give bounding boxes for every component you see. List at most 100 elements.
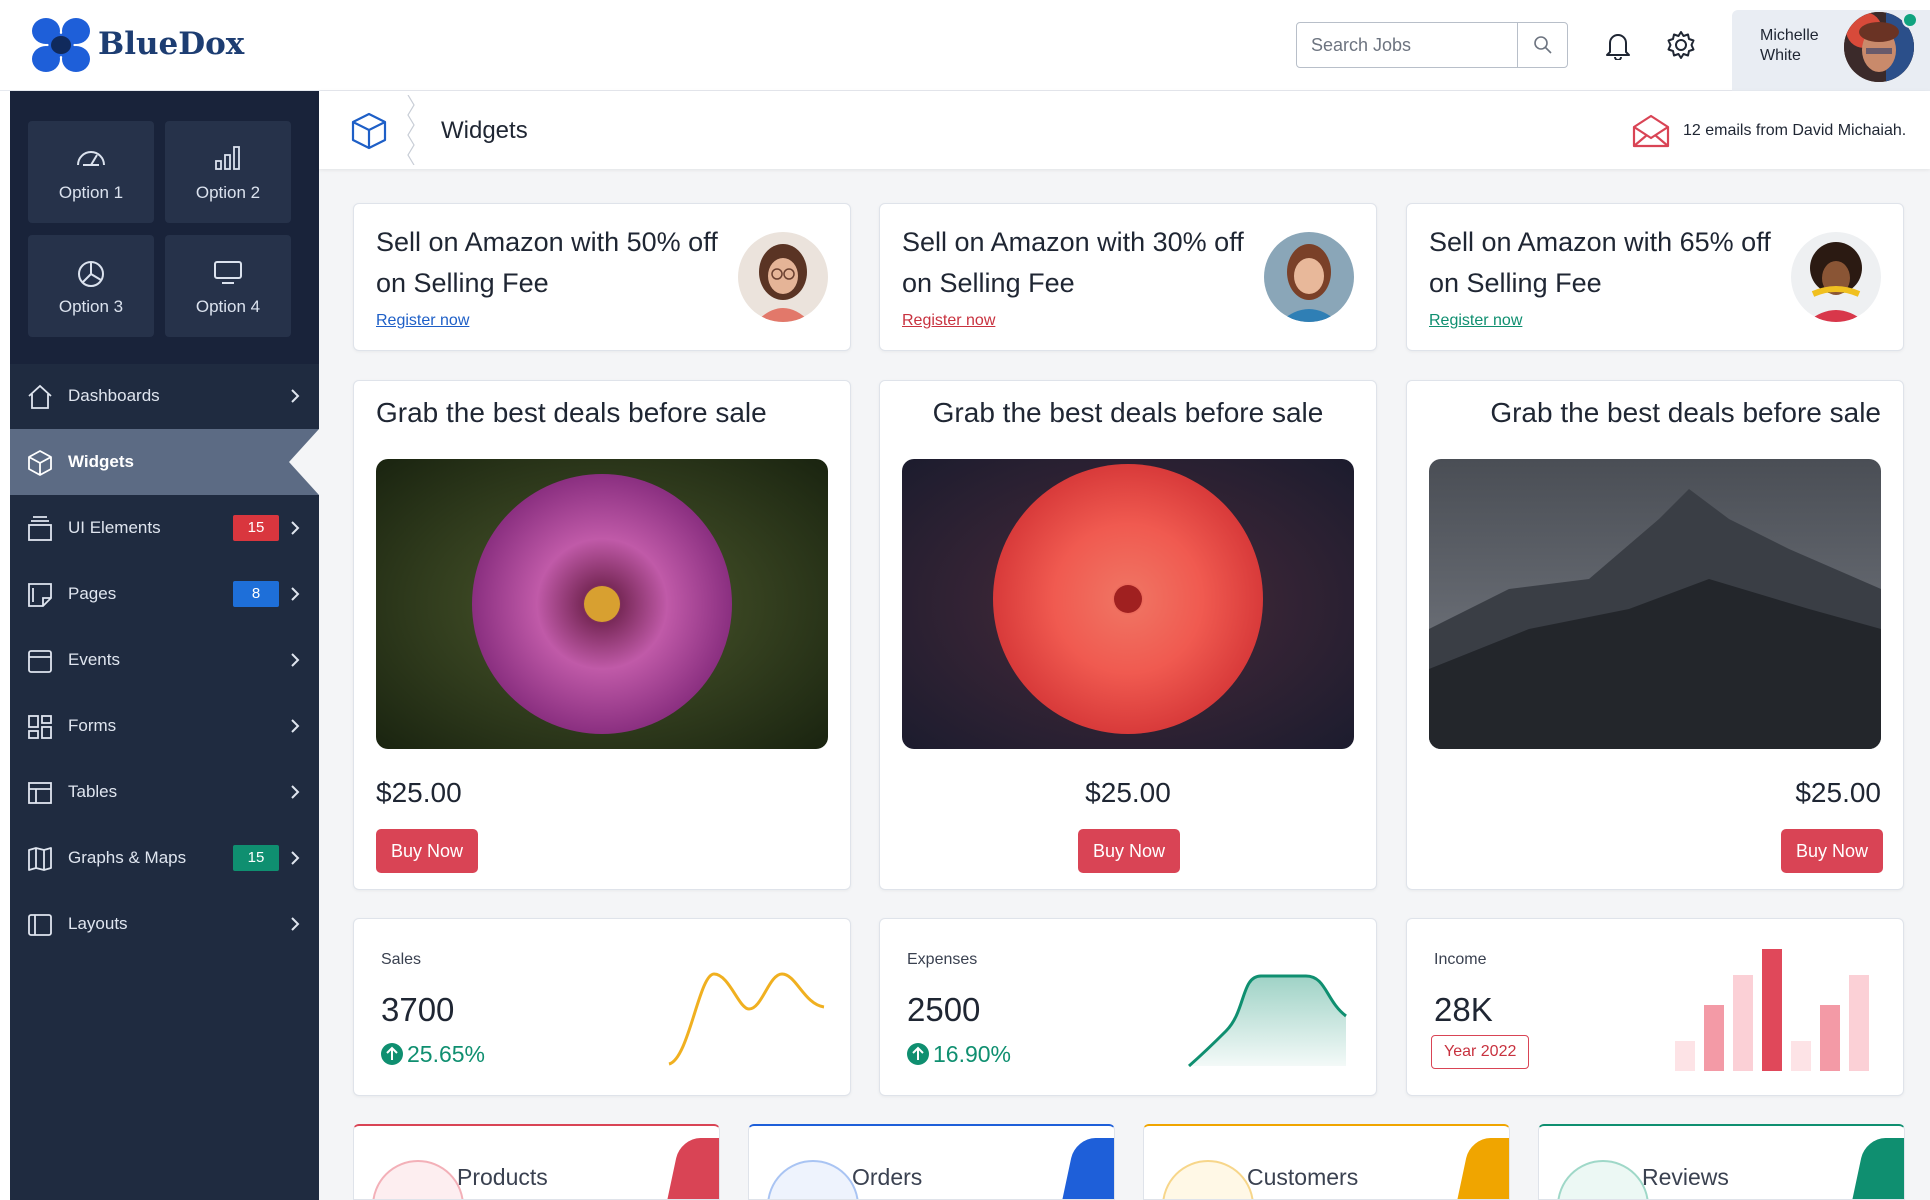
page-titlebar: Widgets 12 emails from David Michaiah. xyxy=(319,91,1930,169)
expenses-area-chart xyxy=(1188,974,1347,1068)
reviews-card[interactable]: Reviews xyxy=(1538,1124,1905,1200)
expenses-stat-card: Expenses 2500 16.90% xyxy=(879,918,1377,1096)
bluedox-logo-icon[interactable] xyxy=(30,16,92,74)
sidebar: Option 1 Option 2 Option 3 Option 4 Dash… xyxy=(10,91,319,1200)
search-input[interactable] xyxy=(1297,23,1517,67)
sidebar-item-label: Widgets xyxy=(68,452,134,471)
layout-icon xyxy=(28,914,52,936)
option-label: Option 3 xyxy=(58,297,124,316)
sales-sparkline xyxy=(668,972,825,1066)
chevron-right-icon xyxy=(291,389,300,403)
corner-flag xyxy=(1060,1138,1114,1199)
main-content: Widgets 12 emails from David Michaiah. S… xyxy=(319,91,1930,1200)
deal-title: Grab the best deals before sale xyxy=(1490,397,1881,428)
promo-text: Sell on Amazon with 30% off on Selling F… xyxy=(902,227,1244,298)
register-link[interactable]: Register now xyxy=(376,312,469,330)
stat-change-value: 25.65% xyxy=(407,1041,486,1067)
divider-zigzag xyxy=(407,95,415,165)
card-label: Orders xyxy=(852,1164,923,1190)
option-1-button[interactable]: Option 1 xyxy=(28,121,154,223)
bell-icon xyxy=(1606,34,1630,60)
active-indicator xyxy=(289,429,319,495)
search-button[interactable] xyxy=(1517,23,1567,67)
gauge-icon xyxy=(77,151,105,166)
orders-icon xyxy=(767,1160,859,1199)
buy-now-button[interactable]: Buy Now xyxy=(1781,829,1883,873)
option-3-button[interactable]: Option 3 xyxy=(28,235,154,337)
register-link[interactable]: Register now xyxy=(902,312,995,330)
customers-card[interactable]: Customers xyxy=(1143,1124,1510,1200)
sidebar-item-dashboards[interactable]: Dashboards xyxy=(10,363,319,429)
chevron-right-icon xyxy=(291,653,300,667)
sidebar-item-graphs-maps[interactable]: Graphs & Maps 15 xyxy=(10,825,319,891)
sales-stat-card: Sales 3700 25.65% xyxy=(353,918,851,1096)
option-2-button[interactable]: Option 2 xyxy=(165,121,291,223)
year-badge: Year 2022 xyxy=(1431,1035,1530,1069)
grid-icon xyxy=(28,715,52,739)
orders-card[interactable]: Orders xyxy=(748,1124,1115,1200)
products-card[interactable]: Products xyxy=(353,1124,720,1200)
table-icon xyxy=(28,782,52,804)
app-window: BlueDox Michelle White Option 1 xyxy=(0,0,1930,1200)
chevron-right-icon xyxy=(291,785,300,799)
map-icon xyxy=(28,847,52,871)
stat-label: Income xyxy=(1434,951,1487,968)
stat-value: 2500 xyxy=(907,991,981,1028)
promo-card: Sell on Amazon with 65% off on Selling F… xyxy=(1406,203,1904,351)
sidebar-item-label: Tables xyxy=(68,782,118,801)
settings-button[interactable] xyxy=(1664,28,1698,62)
brand-name[interactable]: BlueDox xyxy=(98,26,244,62)
sidebar-item-forms[interactable]: Forms xyxy=(10,693,319,759)
promo-text: Sell on Amazon with 65% off on Selling F… xyxy=(1429,227,1771,298)
online-status-dot xyxy=(1902,12,1918,28)
promo-avatar xyxy=(1791,232,1881,322)
email-notice[interactable]: 12 emails from David Michaiah. xyxy=(1683,122,1906,140)
sidebar-item-widgets[interactable]: Widgets xyxy=(10,429,319,495)
income-bar-chart xyxy=(1675,949,1869,1071)
bar-chart-icon xyxy=(215,146,240,170)
sidebar-item-ui-elements[interactable]: UI Elements 15 xyxy=(10,495,319,561)
mail-icon[interactable] xyxy=(1631,113,1671,149)
customers-icon xyxy=(1162,1160,1254,1199)
option-label: Option 1 xyxy=(58,183,124,202)
pages-icon xyxy=(28,583,52,607)
sidebar-item-events[interactable]: Events xyxy=(10,627,319,693)
count-badge: 15 xyxy=(233,515,279,541)
home-icon xyxy=(28,384,52,409)
register-link[interactable]: Register now xyxy=(1429,312,1522,330)
buy-now-button[interactable]: Buy Now xyxy=(1078,829,1180,873)
buy-now-button[interactable]: Buy Now xyxy=(376,829,478,873)
quick-options: Option 1 Option 2 Option 3 Option 4 xyxy=(10,91,319,364)
promo-avatar xyxy=(1264,232,1354,322)
corner-flag xyxy=(665,1138,719,1199)
promo-avatar xyxy=(738,232,828,322)
deal-image-mountain xyxy=(1429,459,1881,749)
monitor-icon xyxy=(214,261,242,284)
top-header: BlueDox Michelle White xyxy=(0,0,1930,91)
stat-value: 28K xyxy=(1434,991,1493,1028)
deal-title: Grab the best deals before sale xyxy=(376,397,767,428)
deal-card: Grab the best deals before sale $25.00 B… xyxy=(1406,380,1904,890)
chevron-right-icon xyxy=(291,917,300,931)
sidebar-item-layouts[interactable]: Layouts xyxy=(10,891,319,957)
arrow-up-icon xyxy=(381,1043,403,1065)
promo-card: Sell on Amazon with 30% off on Selling F… xyxy=(879,203,1377,351)
deal-title: Grab the best deals before sale xyxy=(932,397,1324,428)
sidebar-item-label: Graphs & Maps xyxy=(68,848,187,867)
option-4-button[interactable]: Option 4 xyxy=(165,235,291,337)
sidebar-item-pages[interactable]: Pages 8 xyxy=(10,561,319,627)
layers-icon xyxy=(28,516,52,541)
deal-price: $25.00 xyxy=(1085,777,1171,808)
sidebar-item-tables[interactable]: Tables xyxy=(10,759,319,825)
deal-card: Grab the best deals before sale $25.00 B… xyxy=(353,380,851,890)
sidebar-item-label: Forms xyxy=(68,716,117,735)
notifications-button[interactable] xyxy=(1601,28,1635,62)
pie-chart-icon xyxy=(78,261,104,287)
card-label: Reviews xyxy=(1642,1164,1729,1190)
calendar-icon xyxy=(28,650,52,673)
stat-value: 3700 xyxy=(381,991,455,1028)
cube-icon xyxy=(351,112,387,150)
products-icon xyxy=(372,1160,464,1199)
option-label: Option 2 xyxy=(195,183,261,202)
user-menu[interactable]: Michelle White xyxy=(1732,10,1930,91)
